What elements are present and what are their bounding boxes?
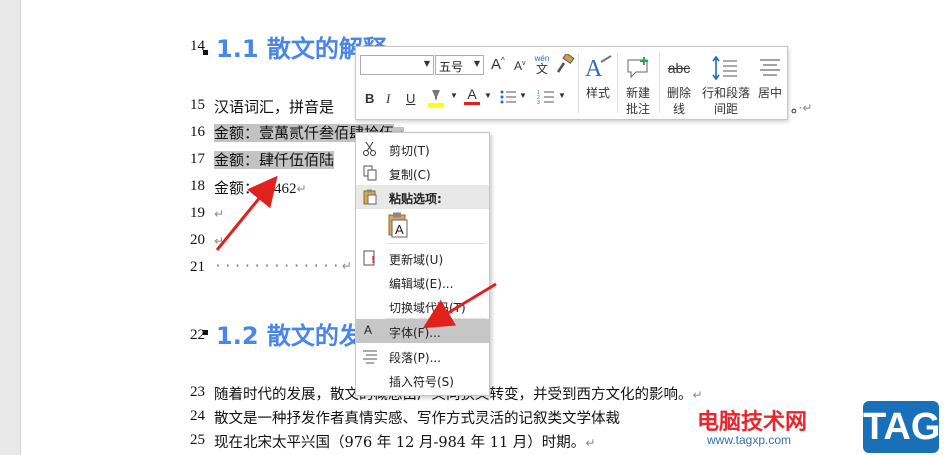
red-arrow [422, 282, 497, 329]
watermark-title: 电脑技术网 [697, 410, 808, 435]
watermark-url: www.tagxp.com [707, 433, 792, 447]
annotation-arrows [215, 175, 497, 329]
watermark-tag-logo: TAG [863, 401, 940, 453]
red-arrow [215, 175, 278, 251]
site-watermark: 电脑技术网 www.tagxp.com TAG [691, 401, 941, 453]
